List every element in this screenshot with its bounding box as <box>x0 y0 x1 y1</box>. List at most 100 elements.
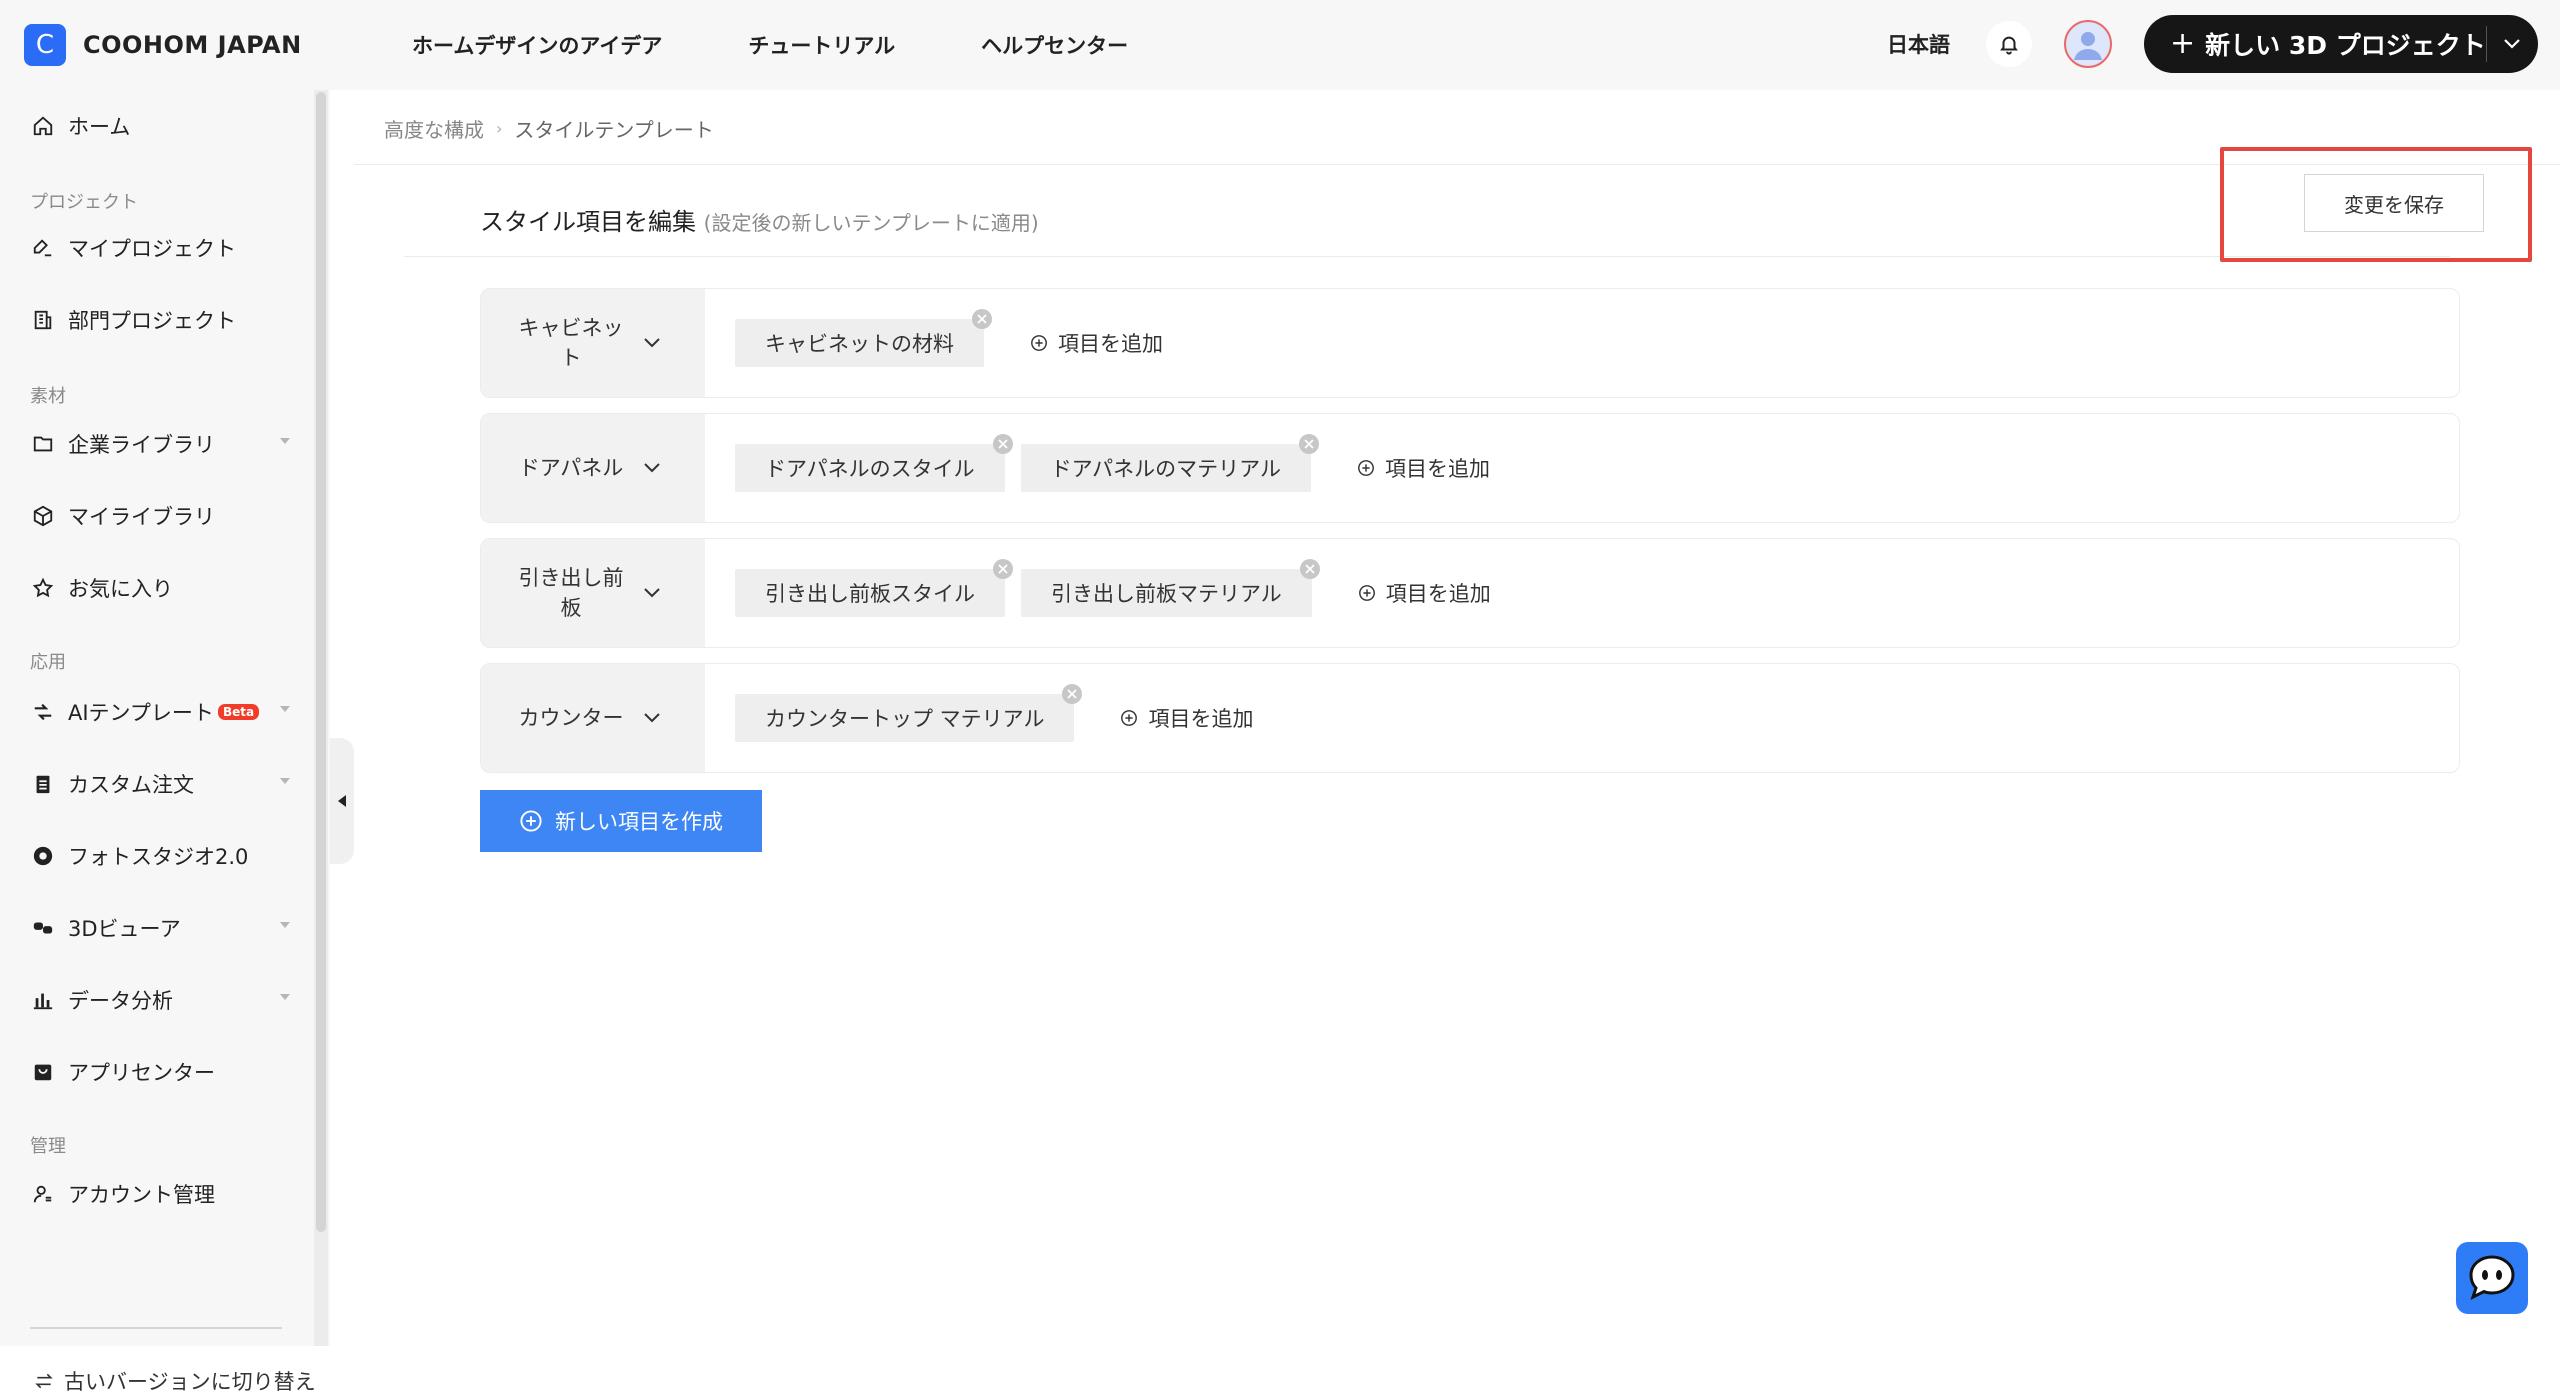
remove-tag-icon[interactable] <box>993 559 1013 579</box>
top-bar: C COOHOM JAPAN ホームデザインのアイデア チュートリアル ヘルプセ… <box>0 0 2560 90</box>
sidebar-item-my-projects[interactable]: マイプロジェクト <box>30 228 290 268</box>
sidebar-item-app-center[interactable]: アプリセンター <box>30 1052 290 1092</box>
style-item-row: 引き出し前板 引き出し前板スタイル 引き出し前板マテリアル 項目を追加 <box>480 538 2460 648</box>
create-new-item-label: 新しい項目を作成 <box>555 810 723 834</box>
sidebar-item-data-analysis[interactable]: データ分析 <box>30 980 290 1020</box>
style-item-category-name: キャビネット <box>518 316 624 370</box>
chevron-down-icon[interactable] <box>2487 38 2538 50</box>
sidebar-collapse-handle[interactable] <box>330 738 354 864</box>
add-item-button[interactable]: 項目を追加 <box>1120 703 1253 733</box>
sidebar-item-label: 企業ライブラリ <box>68 433 215 457</box>
remove-tag-icon[interactable] <box>1299 559 1320 579</box>
cube-icon <box>30 503 56 529</box>
ai-sparkle-icon <box>30 699 56 725</box>
sidebar-item-label: ホーム <box>68 115 131 139</box>
chat-support-button[interactable] <box>2456 1242 2528 1314</box>
page-title-text: スタイル項目を編集 <box>480 208 696 236</box>
clipboard-icon <box>30 771 56 797</box>
style-tag-label: 引き出し前板マテリアル <box>1051 582 1282 606</box>
sidebar-item-enterprise-library[interactable]: 企業ライブラリ <box>30 424 290 464</box>
new-3d-project-button[interactable]: + 新しい 3D プロジェクト <box>2144 15 2538 73</box>
user-avatar[interactable] <box>2064 20 2112 68</box>
style-tag: ドアパネルのスタイル <box>735 434 1013 492</box>
nav-help-center[interactable]: ヘルプセンター <box>981 30 1128 60</box>
sidebar-item-ai-template[interactable]: AIテンプレート Beta <box>30 692 290 732</box>
sidebar-item-label: マイライブラリ <box>68 505 215 529</box>
sidebar-item-dept-projects[interactable]: 部門プロジェクト <box>30 300 290 340</box>
style-item-rows: キャビネット キャビネットの材料 項目を追加 ドアパネル ドアパネルのスタイル … <box>480 288 2460 788</box>
style-tag-label: キャビネットの材料 <box>765 332 954 356</box>
remove-tag-icon[interactable] <box>1298 434 1319 454</box>
swap-icon <box>34 1371 54 1391</box>
sidebar-divider <box>30 1327 282 1329</box>
save-changes-button[interactable]: 変更を保存 <box>2304 174 2484 232</box>
sidebar-item-label: 部門プロジェクト <box>68 309 236 333</box>
style-item-category[interactable]: ドアパネル <box>481 414 705 522</box>
style-tag: ドアパネルのマテリアル <box>1020 434 1319 492</box>
add-item-button[interactable]: 項目を追加 <box>1357 453 1490 483</box>
add-item-button[interactable]: 項目を追加 <box>1358 578 1491 608</box>
nav-home-design-ideas[interactable]: ホームデザインのアイデア <box>412 30 662 60</box>
sidebar-item-favorites[interactable]: お気に入り <box>30 568 290 608</box>
sidebar-item-label: データ分析 <box>68 989 173 1013</box>
brand-logo: C <box>24 24 66 66</box>
chevron-down-icon[interactable] <box>643 709 661 728</box>
chevron-down-icon[interactable] <box>643 459 661 478</box>
breadcrumb: 高度な構成 › スタイルテンプレート <box>384 114 714 143</box>
sidebar-item-label: AIテンプレート <box>68 701 214 725</box>
brand[interactable]: C COOHOM JAPAN <box>24 24 364 66</box>
star-icon <box>30 575 56 601</box>
sidebar-item-photo-studio[interactable]: フォトスタジオ2.0 <box>30 836 290 876</box>
plus-circle-icon <box>1358 584 1376 602</box>
breadcrumb-separator-icon: › <box>496 119 503 138</box>
nav-tutorial[interactable]: チュートリアル <box>748 30 895 60</box>
style-item-category[interactable]: カウンター <box>481 664 705 772</box>
collapse-arrow-icon <box>338 795 346 807</box>
breadcrumb-parent[interactable]: 高度な構成 <box>384 114 484 143</box>
chevron-down-icon[interactable] <box>643 584 661 603</box>
pen-house-icon <box>30 235 56 261</box>
add-item-button[interactable]: 項目を追加 <box>1030 328 1163 358</box>
add-item-label: 項目を追加 <box>1384 457 1490 481</box>
sidebar-scrollbar[interactable] <box>314 90 328 1346</box>
caret-down-icon <box>280 438 290 444</box>
sidebar-item-home[interactable]: ホーム <box>30 106 290 146</box>
style-item-row: カウンター カウンタートップ マテリアル 項目を追加 <box>480 663 2460 773</box>
user-settings-icon <box>30 1181 56 1207</box>
style-item-category-name: ドアパネル <box>518 456 624 480</box>
sidebar-scrollbar-thumb[interactable] <box>316 92 326 1232</box>
style-tag-label: ドアパネルのマテリアル <box>1050 457 1281 481</box>
notification-bell-icon[interactable] <box>1986 21 2032 67</box>
sidebar-item-account-manage[interactable]: アカウント管理 <box>30 1174 290 1214</box>
style-item-category-name: カウンター <box>518 706 624 730</box>
sidebar-item-label: フォトスタジオ2.0 <box>68 845 249 869</box>
add-item-label: 項目を追加 <box>1148 707 1254 731</box>
plus-circle-icon <box>1357 459 1375 477</box>
style-item-tags: キャビネットの材料 項目を追加 <box>705 289 2459 397</box>
remove-tag-icon[interactable] <box>992 434 1013 454</box>
plus-circle-icon <box>1030 334 1048 352</box>
new-3d-project-label: 新しい 3D プロジェクト <box>2205 31 2486 60</box>
style-item-tags: カウンタートップ マテリアル 項目を追加 <box>705 664 2459 772</box>
page-title: スタイル項目を編集 (設定後の新しいテンプレートに適用) <box>480 202 1039 237</box>
chevron-down-icon[interactable] <box>643 334 661 353</box>
switch-old-version-link[interactable]: 古いバージョンに切り替え <box>34 1366 316 1396</box>
remove-tag-icon[interactable] <box>1062 684 1083 704</box>
plus-icon: + <box>2170 26 2196 61</box>
sidebar-section-app: 応用 <box>30 652 66 673</box>
style-item-category[interactable]: キャビネット <box>481 289 705 397</box>
style-item-category[interactable]: 引き出し前板 <box>481 539 705 647</box>
create-new-item-button[interactable]: 新しい項目を作成 <box>480 790 762 852</box>
page-title-hint: (設定後の新しいテンプレートに適用) <box>703 211 1039 235</box>
sidebar-item-label: アプリセンター <box>68 1061 215 1085</box>
sidebar-item-custom-order[interactable]: カスタム注文 <box>30 764 290 804</box>
sidebar-section-material: 素材 <box>30 386 66 407</box>
sidebar-item-3d-viewer[interactable]: 3Dビューア <box>30 908 290 948</box>
add-item-label: 項目を追加 <box>1385 582 1491 606</box>
language-selector[interactable]: 日本語 <box>1887 29 1950 59</box>
style-item-row: ドアパネル ドアパネルのスタイル ドアパネルのマテリアル 項目を追加 <box>480 413 2460 523</box>
sidebar-item-my-library[interactable]: マイライブラリ <box>30 496 290 536</box>
shopping-bag-icon <box>30 1059 56 1085</box>
sidebar: ホーム プロジェクト マイプロジェクト 部門プロジェクト 素材 企業ライブラリ … <box>0 90 330 1394</box>
remove-tag-icon[interactable] <box>972 309 992 329</box>
